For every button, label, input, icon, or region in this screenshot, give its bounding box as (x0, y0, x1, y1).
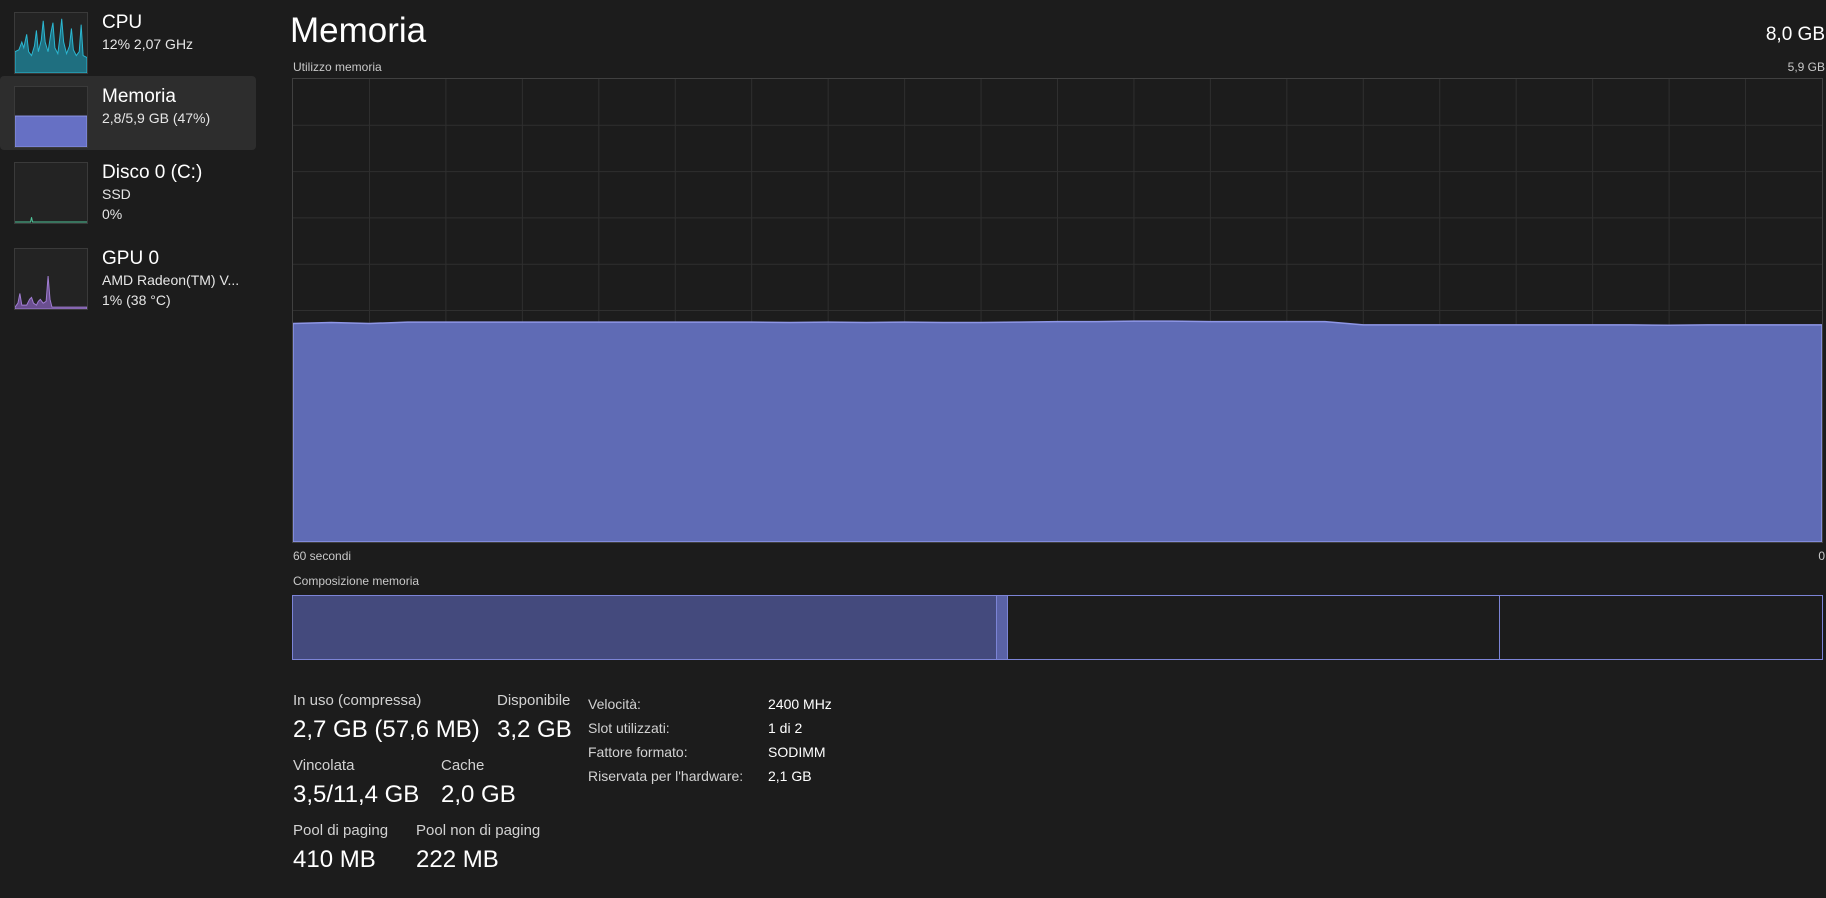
memory-usage-area (293, 320, 1822, 542)
stat-paged-pool: Pool di paging 410 MB (293, 822, 388, 875)
graph-max-label: 5,9 GB (1787, 60, 1825, 74)
stat-label: Disponibile (497, 692, 571, 709)
disk-sparkline-icon (15, 217, 87, 223)
stat-value: 410 MB (293, 846, 376, 873)
task-manager-performance-window: CPU 12% 2,07 GHz Memoria 2,8/5,9 GB (47%… (0, 0, 1826, 898)
sidebar-item-detail: 2,8/5,9 GB (47%) (102, 110, 211, 126)
sidebar-item-gpu[interactable]: GPU 0 AMD Radeon(TM) V... 1% (38 °C) (0, 238, 256, 312)
info-value: 2,1 GB (768, 768, 812, 784)
performance-sidebar: CPU 12% 2,07 GHz Memoria 2,8/5,9 GB (47%… (0, 0, 256, 898)
stat-committed: Vincolata 3,5/11,4 GB (293, 757, 419, 810)
stat-value: 222 MB (416, 846, 499, 873)
sidebar-item-usage: 0% (102, 206, 123, 222)
disk-mini-graph (14, 162, 88, 224)
stat-available: Disponibile 3,2 GB (497, 692, 572, 745)
stat-in-use: In uso (compressa) 2,7 GB (57,6 MB) (293, 692, 480, 745)
memory-usage-chart (293, 79, 1822, 542)
composition-in-use-segment[interactable] (293, 596, 996, 659)
memory-usage-graph (292, 78, 1823, 543)
sidebar-item-detail: 12% 2,07 GHz (102, 36, 194, 52)
stat-label: Pool di paging (293, 822, 389, 839)
sidebar-item-memory[interactable]: Memoria 2,8/5,9 GB (47%) (0, 76, 256, 150)
info-value: 2400 MHz (768, 696, 832, 712)
stat-label: In uso (compressa) (293, 692, 422, 709)
sidebar-item-title: CPU (102, 12, 143, 33)
stat-label: Pool non di paging (416, 822, 541, 839)
sidebar-item-title: GPU 0 (102, 248, 160, 269)
info-key: Fattore formato: (588, 744, 688, 760)
memory-mini-graph (14, 86, 88, 148)
gpu-mini-graph (14, 248, 88, 310)
stat-nonpaged-pool: Pool non di paging 222 MB (416, 822, 540, 875)
page-title: Memoria (290, 11, 427, 50)
sidebar-item-title: Memoria (102, 86, 176, 107)
cpu-sparkline-icon (15, 18, 87, 73)
total-memory: 8,0 GB (1765, 24, 1825, 45)
gpu-sparkline-icon (15, 276, 87, 309)
info-key: Slot utilizzati: (588, 720, 670, 736)
sidebar-item-detail: AMD Radeon(TM) V... (102, 272, 240, 288)
graph-title: Utilizzo memoria (293, 60, 382, 74)
sidebar-item-disk[interactable]: Disco 0 (C:) SSD 0% (0, 152, 256, 226)
info-value: 1 di 2 (768, 720, 803, 736)
stat-value: 3,5/11,4 GB (293, 781, 420, 808)
info-key: Velocità: (588, 696, 641, 712)
stat-label: Cache (441, 757, 485, 774)
memory-composition-bar[interactable] (292, 595, 1823, 660)
graph-x-right-label: 0 (1818, 549, 1825, 563)
stat-label: Vincolata (293, 757, 355, 774)
composition-free-segment[interactable] (1500, 596, 1822, 659)
stat-cache: Cache 2,0 GB (441, 757, 516, 810)
stat-value: 3,2 GB (497, 716, 572, 743)
sidebar-item-title: Disco 0 (C:) (102, 162, 203, 183)
sidebar-item-usage: 1% (38 °C) (102, 292, 171, 308)
sidebar-item-detail: SSD (102, 186, 131, 202)
sidebar-item-cpu[interactable]: CPU 12% 2,07 GHz (0, 2, 256, 76)
info-value: SODIMM (768, 744, 826, 760)
memory-sparkline-icon (15, 115, 87, 147)
composition-modified-segment[interactable] (996, 596, 1008, 659)
info-key: Riservata per l'hardware: (588, 768, 744, 784)
graph-x-left-label: 60 secondi (293, 549, 352, 563)
cpu-mini-graph (14, 12, 88, 74)
stat-value: 2,0 GB (441, 781, 516, 808)
stat-value: 2,7 GB (57,6 MB) (293, 716, 480, 743)
composition-standby-segment[interactable] (1008, 596, 1500, 659)
composition-title: Composizione memoria (293, 574, 420, 588)
